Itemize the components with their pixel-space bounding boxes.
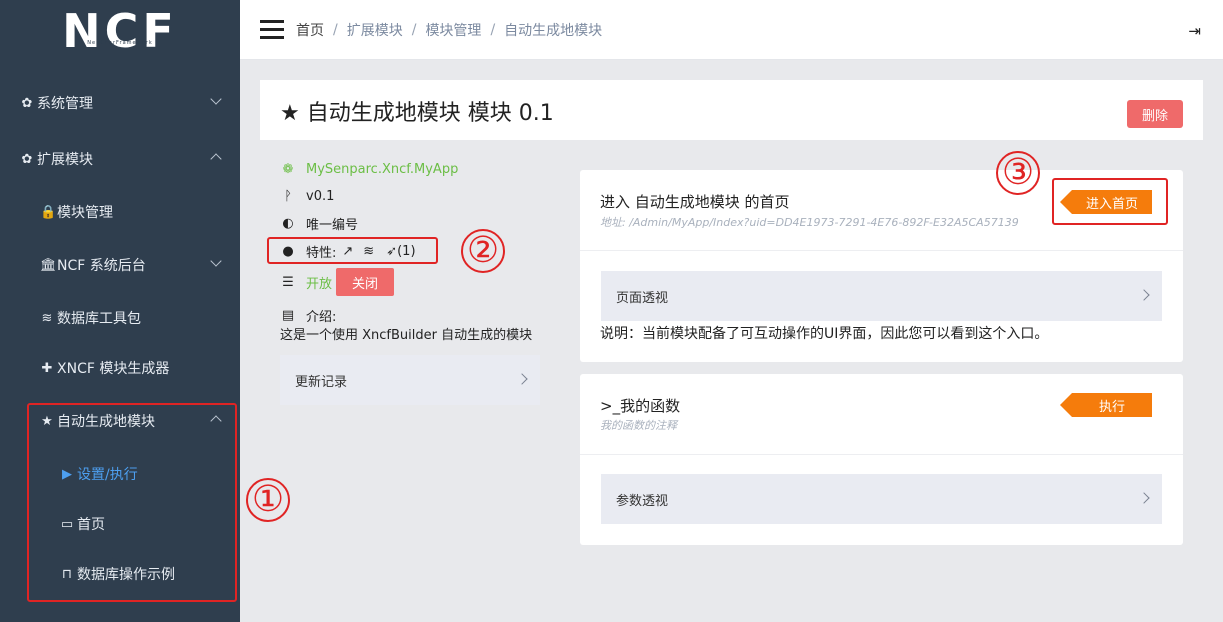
uid-label: 唯一编号	[306, 217, 359, 233]
chevron-right-icon	[516, 373, 528, 385]
annotation-number-2: ②	[461, 229, 505, 273]
breadcrumb-extensions[interactable]: 扩展模块	[347, 20, 403, 40]
logout-icon[interactable]: ⇥	[1188, 22, 1201, 40]
breadcrumb-current: 自动生成地模块	[504, 22, 603, 39]
module-version: v0.1	[306, 188, 335, 204]
breadcrumb-module-manage[interactable]: 模块管理	[425, 20, 481, 40]
sidebar-item-label: 数据库工具包	[57, 311, 141, 327]
annotation-box-1	[27, 403, 237, 602]
function-title: >_我的函数	[600, 397, 681, 415]
param-preview-panel[interactable]: 参数透视	[601, 474, 1162, 524]
star-icon: ★	[280, 101, 307, 126]
module-name: MySenparc.Xncf.MyApp	[306, 161, 459, 177]
sidebar-item-label: 系统管理	[37, 96, 93, 112]
delete-button[interactable]: 删除	[1127, 100, 1183, 128]
sidebar-item-label: NCF 系统后台	[57, 258, 146, 274]
title-card: ★ 自动生成地模块 模块 0.1 删除	[260, 80, 1203, 140]
module-name-row: ❁ MySenparc.Xncf.MyApp	[280, 158, 459, 180]
sidebar-item-system[interactable]: ✿ 系统管理	[0, 83, 240, 123]
intro-text-row: 这是一个使用 XncfBuilder 自动生成的模块	[280, 322, 532, 344]
breadcrumb: 首页 / 扩展模块 / 模块管理 / 自动生成地模块	[296, 20, 603, 40]
code-branch-icon: ᚹ	[284, 188, 292, 204]
homepage-note: 说明：当前模块配备了可互动操作的UI界面，因此您可以看到这个入口。	[600, 326, 1049, 342]
chevron-up-icon	[210, 153, 222, 165]
annotation-number-3: ③	[996, 151, 1040, 195]
annotation-number-1: ①	[246, 478, 290, 522]
update-log-panel[interactable]: 更新记录	[280, 355, 540, 405]
homepage-address: 地址: /Admin/MyApp/Index?uid=DD4E1973-7291…	[600, 216, 1019, 229]
sidebar-item-label: 模块管理	[57, 205, 113, 221]
execute-button[interactable]: 执行	[1060, 393, 1152, 417]
database-icon: ≋	[41, 310, 53, 326]
version-row: ᚹ v0.1	[280, 185, 334, 207]
sidebar-item-label: XNCF 模块生成器	[57, 361, 170, 377]
page-title: ★ 自动生成地模块 模块 0.1	[280, 101, 554, 126]
chevron-down-icon	[210, 93, 222, 105]
page-preview-label: 页面透视	[616, 290, 669, 306]
sidebar-item-xncf-generator[interactable]: ✚ XNCF 模块生成器	[0, 348, 240, 388]
homepage-card-title: 进入 自动生成地模块 的首页	[600, 193, 790, 211]
chevron-down-icon	[210, 255, 222, 267]
topbar: 首页 / 扩展模块 / 模块管理 / 自动生成地模块 ⇥	[240, 0, 1223, 60]
param-preview-label: 参数透视	[616, 493, 669, 509]
plus-icon: ✚	[41, 360, 53, 376]
newspaper-icon: ▤	[281, 307, 295, 323]
sidebar-item-module-manage[interactable]: 🔒 模块管理	[0, 192, 240, 232]
uid-row: ◐ 唯一编号	[280, 212, 358, 234]
sidebar-item-extensions[interactable]: ✿ 扩展模块	[0, 139, 240, 179]
update-log-label: 更新记录	[295, 374, 348, 390]
annotation-box-2	[267, 237, 438, 264]
lock-icon: 🔒	[40, 204, 57, 220]
chevron-right-icon	[1138, 289, 1150, 301]
menu-toggle-icon[interactable]	[260, 19, 284, 40]
page-preview-panel[interactable]: 页面透视	[601, 271, 1162, 321]
status-row: ☰ 开放 关闭	[280, 268, 395, 296]
annotation-box-3	[1052, 178, 1168, 225]
sidebar-item-db-tools[interactable]: ≋ 数据库工具包	[0, 298, 240, 338]
intro-text: 这是一个使用 XncfBuilder 自动生成的模块	[280, 327, 533, 343]
cubes-icon: ❁	[282, 161, 294, 177]
bank-icon: 🏛	[40, 257, 57, 273]
function-comment: 我的函数的注释	[600, 419, 677, 432]
function-card: >_我的函数 我的函数的注释 执行 参数透视	[580, 374, 1183, 545]
breadcrumb-home[interactable]: 首页	[296, 20, 324, 40]
shield-icon: ◐	[282, 215, 294, 231]
sidebar-item-label: 扩展模块	[37, 152, 93, 168]
sliders-icon: ☰	[282, 274, 294, 290]
status-open: 开放	[306, 276, 333, 292]
gear-icon: ✿	[21, 95, 33, 111]
sidebar-item-ncf-admin[interactable]: 🏛 NCF 系统后台	[0, 245, 240, 285]
logo-subtitle: NeuCharFramework	[87, 40, 153, 46]
logo[interactable]: NCF NeuCharFramework	[0, 0, 240, 70]
chevron-right-icon	[1138, 492, 1150, 504]
gear-icon: ✿	[21, 151, 33, 167]
close-button[interactable]: 关闭	[336, 268, 395, 296]
